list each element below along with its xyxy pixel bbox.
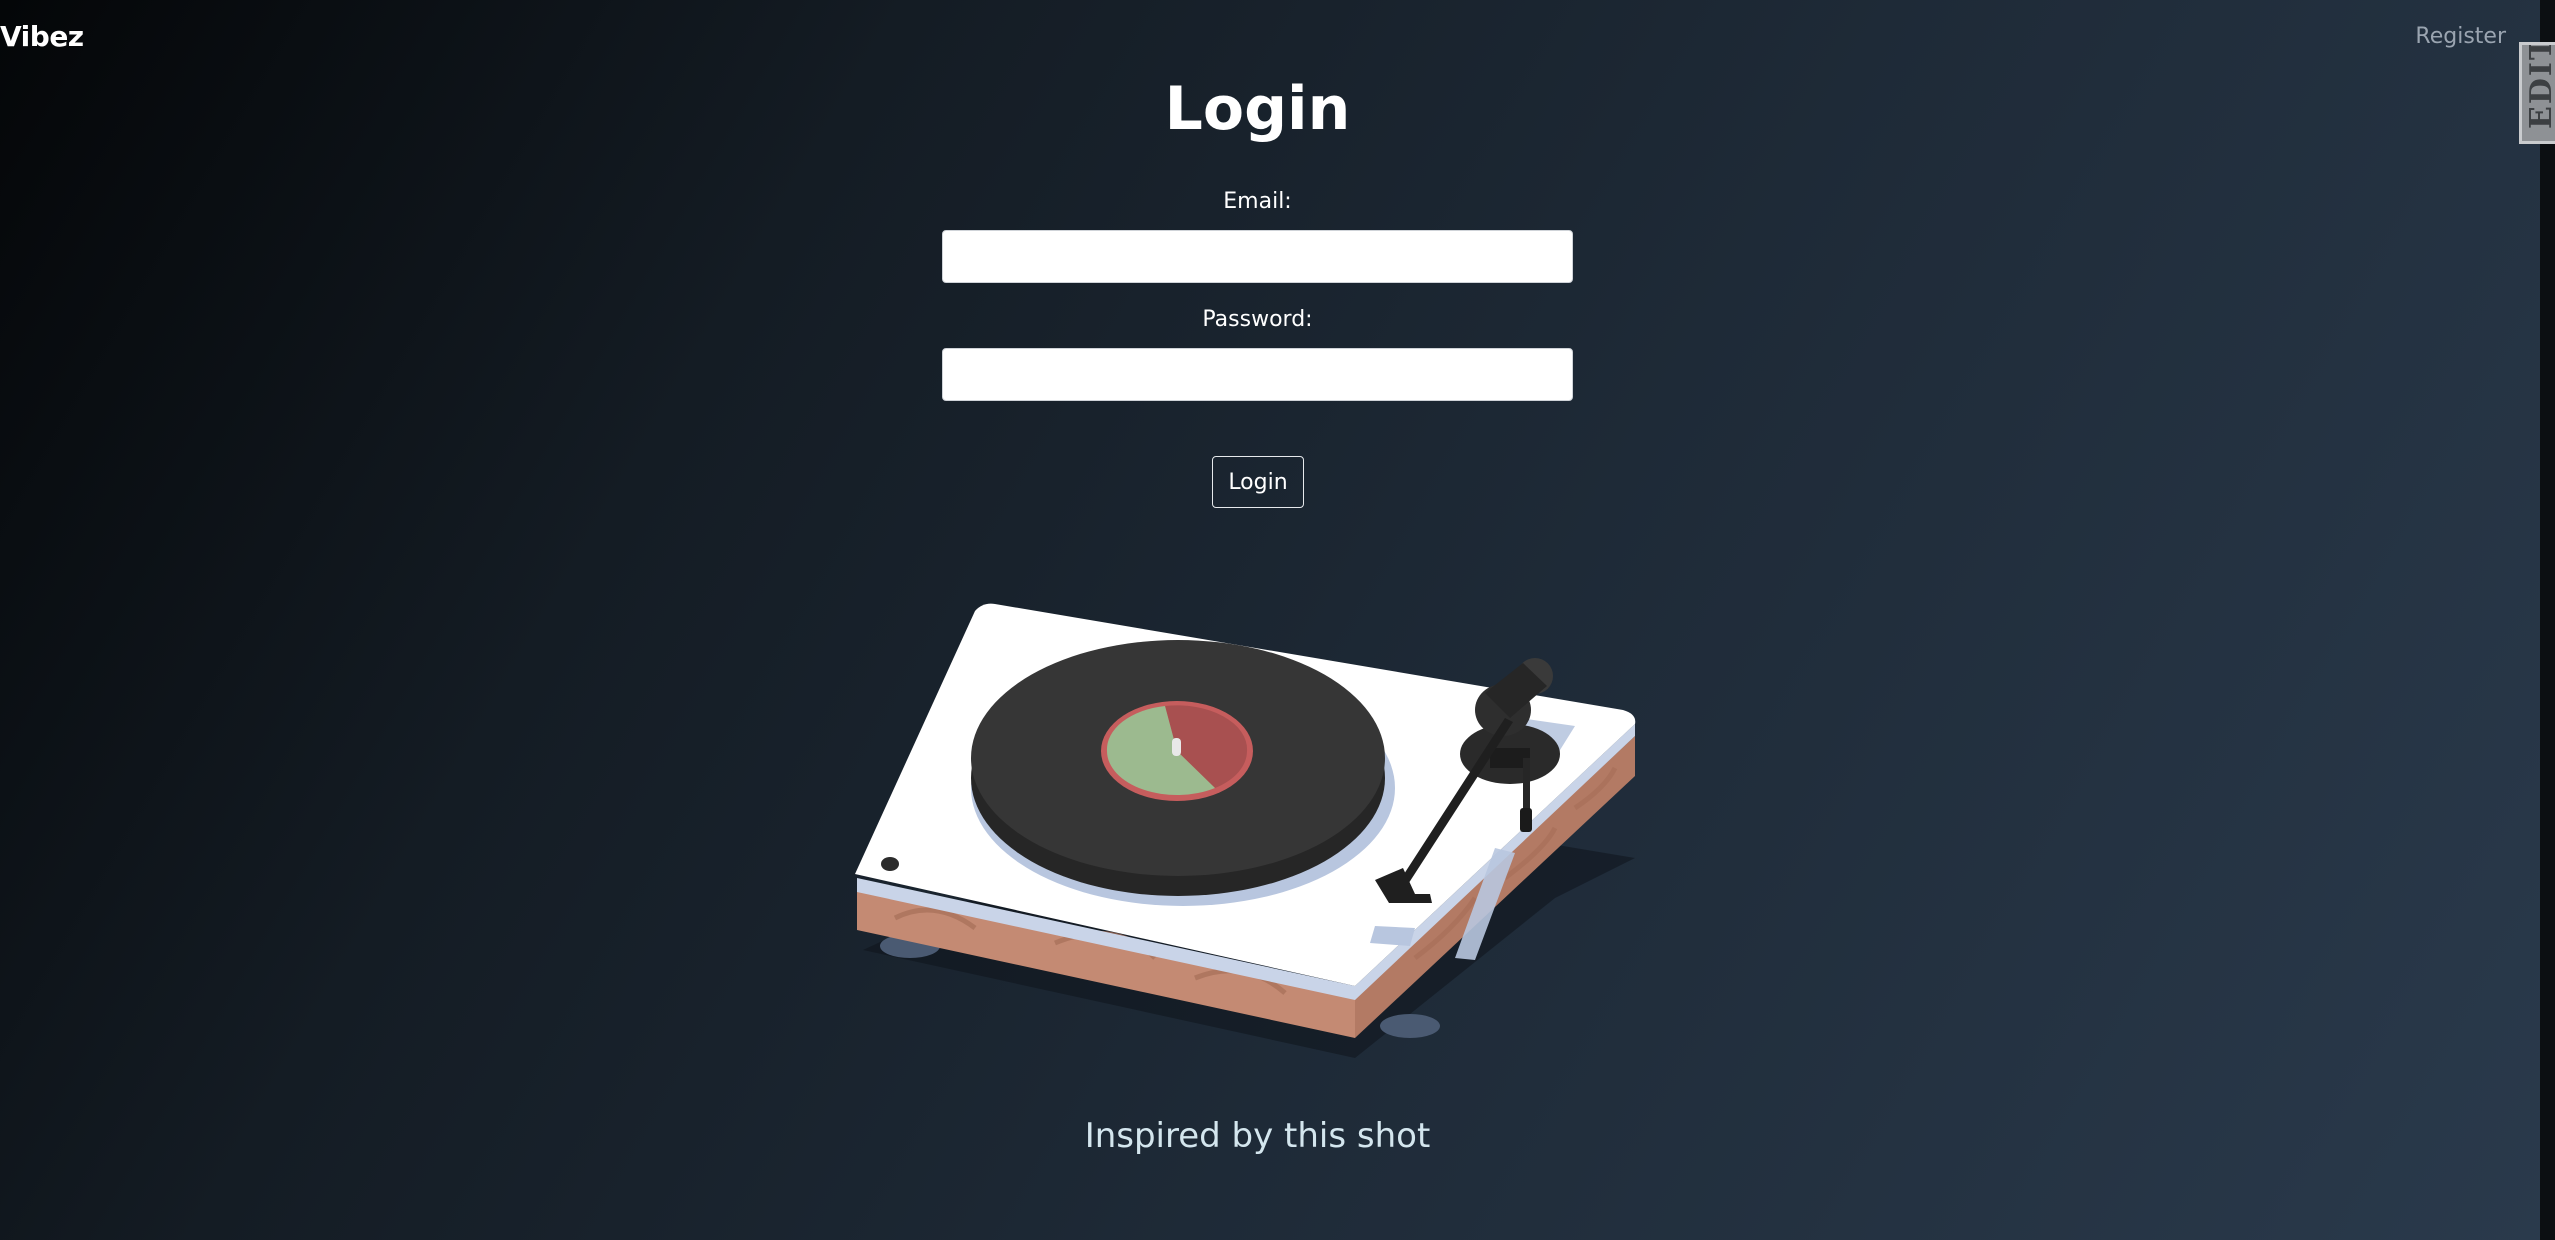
lift-lever-tip [1520, 808, 1532, 832]
email-label: Email: [1223, 189, 1292, 214]
password-field[interactable] [942, 348, 1573, 401]
spindle [1172, 738, 1181, 756]
password-label: Password: [1202, 307, 1313, 332]
inspiration-link[interactable]: Inspired by this shot [0, 1116, 2515, 1156]
edit-tab[interactable]: EDIT [2519, 42, 2555, 144]
turntable-illustration [855, 603, 1636, 1058]
edit-tab-label: EDIT [2524, 42, 2555, 129]
page-title: Login [1164, 74, 1351, 144]
brand-logo[interactable]: Vibez [0, 20, 84, 53]
login-button[interactable]: Login [1212, 456, 1304, 508]
power-knob [881, 857, 899, 871]
tonearm-rest-shadow [1370, 926, 1415, 946]
email-field[interactable] [942, 230, 1573, 283]
page-edge-strip [2540, 0, 2555, 1240]
register-link[interactable]: Register [2415, 24, 2506, 49]
foot-front [1380, 1014, 1440, 1038]
